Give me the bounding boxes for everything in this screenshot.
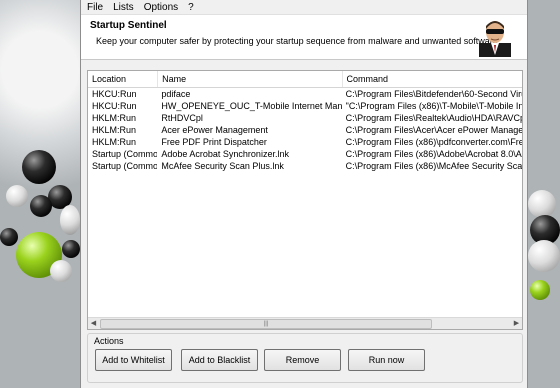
table-row[interactable]: HKLM:Run RtHDVCpl C:\Program Files\Realt… [88,112,522,124]
column-name[interactable]: Name [158,71,343,87]
menu-lists[interactable]: Lists [113,2,140,13]
menu-help[interactable]: ? [188,2,200,13]
scrollbar-thumb[interactable]: ||| [100,319,432,329]
cell-command: C:\Program Files\Realtek\Audio\HDA\RAVCp… [345,113,522,123]
cell-name: McAfee Security Scan Plus.lnk [161,161,284,171]
decorative-sphere [0,228,18,246]
cell-command: C:\Program Files (x86)\McAfee Security S… [345,161,522,171]
add-to-whitelist-button[interactable]: Add to Whitelist [95,349,172,371]
arrow-left-icon[interactable]: ◀ [88,318,99,329]
cell-location: HKCU:Run [92,101,137,111]
cell-location: HKLM:Run [92,125,137,135]
table-row[interactable]: HKLM:Run Free PDF Print Dispatcher C:\Pr… [88,136,522,148]
arrow-right-icon[interactable]: ▶ [511,318,522,329]
table-row[interactable]: HKLM:Run Acer ePower Management C:\Progr… [88,124,522,136]
decorative-sphere [30,195,52,217]
cell-name: Adobe Acrobat Synchronizer.lnk [161,149,289,159]
menu-file[interactable]: File [87,2,109,13]
decorative-sphere [528,240,560,272]
cell-command: C:\Program Files (x86)\pdfconverter.com\… [345,137,522,147]
page-title: Startup Sentinel [90,20,167,31]
cell-location: Startup (Common) [92,161,158,171]
decorative-sphere [6,185,28,207]
table-row[interactable]: Startup (Common) McAfee Security Scan Pl… [88,160,522,172]
actions-group: Actions Add to Whitelist Add to Blacklis… [87,333,523,383]
cell-name: Free PDF Print Dispatcher [161,137,267,147]
cell-name: HW_OPENEYE_OUC_T-Mobile Internet Manager [161,101,342,111]
horizontal-scrollbar[interactable]: ◀ ||| ▶ [88,317,522,329]
run-now-button[interactable]: Run now [348,349,425,371]
cell-location: HKLM:Run [92,113,137,123]
menu-options[interactable]: Options [144,2,184,13]
cell-location: HKLM:Run [92,137,137,147]
table-header: Location Name Command [88,71,522,88]
cell-name: Acer ePower Management [161,125,268,135]
cell-name: pdiface [161,89,191,99]
decorative-sphere [50,260,72,282]
cell-location: HKCU:Run [92,89,137,99]
column-location[interactable]: Location [88,71,159,87]
decorative-sphere [60,205,80,235]
page-subtitle: Keep your computer safer by protecting y… [96,36,498,46]
cell-name: RtHDVCpl [161,113,203,123]
cell-command: "C:\Program Files (x86)\T-Mobile\T-Mobil… [345,101,522,111]
remove-button[interactable]: Remove [264,349,341,371]
cell-command: C:\Program Files\Acer\Acer ePower Manage… [345,125,522,135]
decorative-sphere [62,240,80,258]
actions-label: Actions [94,336,124,346]
decorative-sphere [528,190,556,218]
sentinel-agent-icon [479,21,511,57]
table-row[interactable]: HKCU:Run pdiface C:\Program Files\Bitdef… [88,88,522,100]
decorative-sphere [530,280,550,300]
app-header: Startup Sentinel Keep your computer safe… [81,15,527,60]
table-row[interactable]: Startup (Common) Adobe Acrobat Synchroni… [88,148,522,160]
column-command[interactable]: Command [343,71,522,87]
decorative-sphere [22,150,56,184]
add-to-blacklist-button[interactable]: Add to Blacklist [181,349,258,371]
table-row[interactable]: HKCU:Run HW_OPENEYE_OUC_T-Mobile Interne… [88,100,522,112]
app-window: File Lists Options ? Startup Sentinel Ke… [80,0,528,388]
cell-location: Startup (Common) [92,149,158,159]
menu-bar: File Lists Options ? [81,0,527,15]
startup-items-table[interactable]: Location Name Command HKCU:Run pdiface C… [87,70,523,330]
cell-command: C:\Program Files\Bitdefender\60-Second V… [345,89,522,99]
cell-command: C:\Program Files (x86)\Adobe\Acrobat 8.0… [345,149,522,159]
